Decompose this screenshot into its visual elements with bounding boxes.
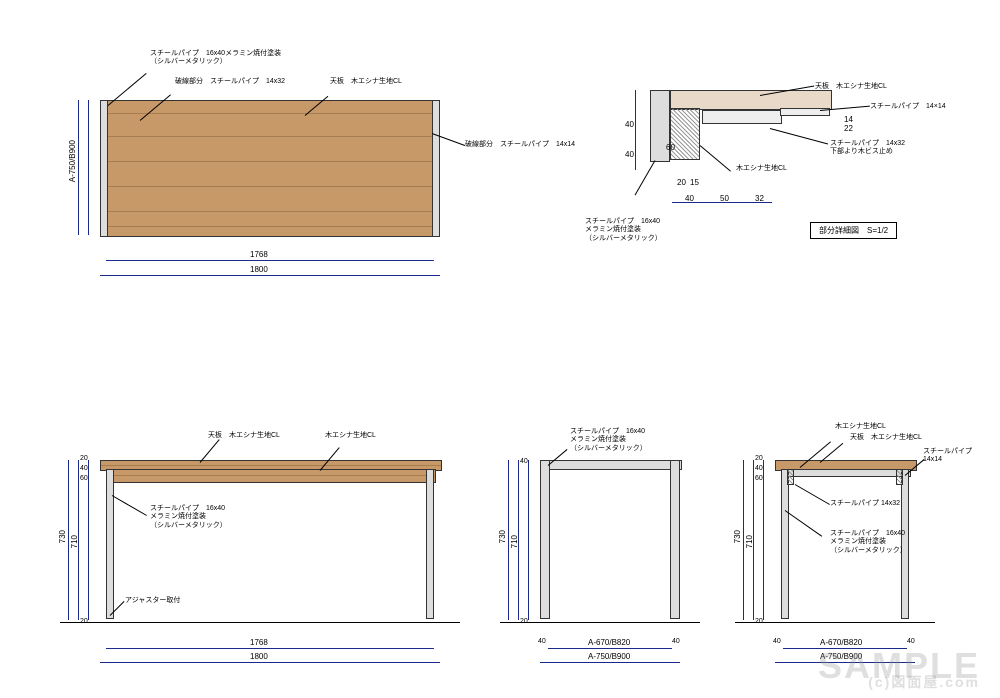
dim-top-inner: 1768 — [250, 250, 268, 259]
callout-section-4: スチールパイプ 14x32 — [830, 500, 900, 508]
dim-side-outer: A‐750/B900 — [588, 652, 630, 661]
callout-top-2: 破線部分 スチールパイプ 14x32 — [175, 78, 285, 86]
dim-section-730: 730 — [733, 530, 742, 543]
callout-top-4: 破線部分 スチールパイプ 14x14 — [465, 141, 575, 149]
dim-side-g20: 20 — [520, 618, 528, 625]
dim-detail-60: 60 — [666, 143, 675, 152]
callout-front-3: スチールパイプ 16x40 メラミン焼付塗装 （シルバーメタリック） — [150, 505, 227, 530]
dim-front-20v: 20 — [80, 455, 88, 462]
dim-top-outer: 1800 — [250, 265, 268, 274]
callout-top-3: 天板 木エシナ生地CL — [330, 78, 402, 86]
callout-front-2: 木エシナ生地CL — [325, 432, 376, 440]
dim-detail-14: 14 — [844, 115, 853, 124]
dim-section-40l: 40 — [773, 638, 781, 645]
dim-detail-22: 22 — [844, 124, 853, 133]
callout-detail-5: スチールパイプ 16x40 メラミン焼付塗装 （シルバーメタリック） — [585, 218, 662, 243]
dim-side-inner: A‐670/B820 — [588, 638, 630, 647]
callout-section-1: 木エシナ生地CL — [835, 423, 886, 431]
front-view — [100, 460, 440, 620]
callout-detail-2: スチールパイプ 14×14 — [870, 103, 946, 111]
dim-side-40r: 40 — [672, 638, 680, 645]
dim-front-outer: 1800 — [250, 652, 268, 661]
dim-front-730: 730 — [58, 530, 67, 543]
dim-front-inner: 1768 — [250, 638, 268, 647]
callout-top-1: スチールパイプ 16x40メラミン焼付塗装 （シルバーメタリック） — [150, 50, 281, 67]
dim-section-20v: 20 — [755, 455, 763, 462]
dim-detail-15: 15 — [690, 178, 699, 187]
callout-detail-3: スチールパイプ 14x32 下部より木ビス止め — [830, 140, 905, 157]
dim-section-710: 710 — [745, 535, 754, 548]
dim-front-g20: 20 — [80, 618, 88, 625]
dim-section-40r: 40 — [907, 638, 915, 645]
callout-side-1: スチールパイプ 16x40 メラミン焼付塗装 （シルバーメタリック） — [570, 428, 647, 453]
callout-detail-1: 天板 木エシナ生地CL — [815, 83, 887, 91]
dim-section-40: 40 — [755, 465, 763, 472]
dim-section-60: 60 — [755, 475, 763, 482]
dim-front-60: 60 — [80, 475, 88, 482]
side-view — [540, 460, 680, 620]
callout-front-4: アジャスター取付 — [125, 597, 180, 605]
dim-detail-40b: 40 — [625, 150, 634, 159]
dim-side-710: 710 — [510, 535, 519, 548]
callout-detail-4: 木エシナ生地CL — [736, 165, 787, 173]
callout-section-3: スチールパイプ 14x14 — [923, 448, 972, 465]
dim-top-height: A‐750/B900 — [68, 140, 77, 182]
watermark: SAMPLE (c)図面屋.com — [818, 653, 980, 688]
top-view — [100, 100, 440, 235]
dim-front-710: 710 — [70, 535, 79, 548]
detail-title-box: 部分詳細図 S=1/2 — [810, 222, 897, 239]
dim-side-40a: 40 — [520, 458, 528, 465]
dim-side-730: 730 — [498, 530, 507, 543]
callout-section-2: 天板 木エシナ生地CL — [850, 434, 922, 442]
callout-section-5: スチールパイプ 16x40 メラミン焼付塗装 （シルバーメタリック） — [830, 530, 907, 555]
dim-side-40l: 40 — [538, 638, 546, 645]
dim-front-40: 40 — [80, 465, 88, 472]
dim-section-g20: 20 — [755, 618, 763, 625]
dim-detail-20: 20 — [677, 178, 686, 187]
dim-detail-40a: 40 — [625, 120, 634, 129]
